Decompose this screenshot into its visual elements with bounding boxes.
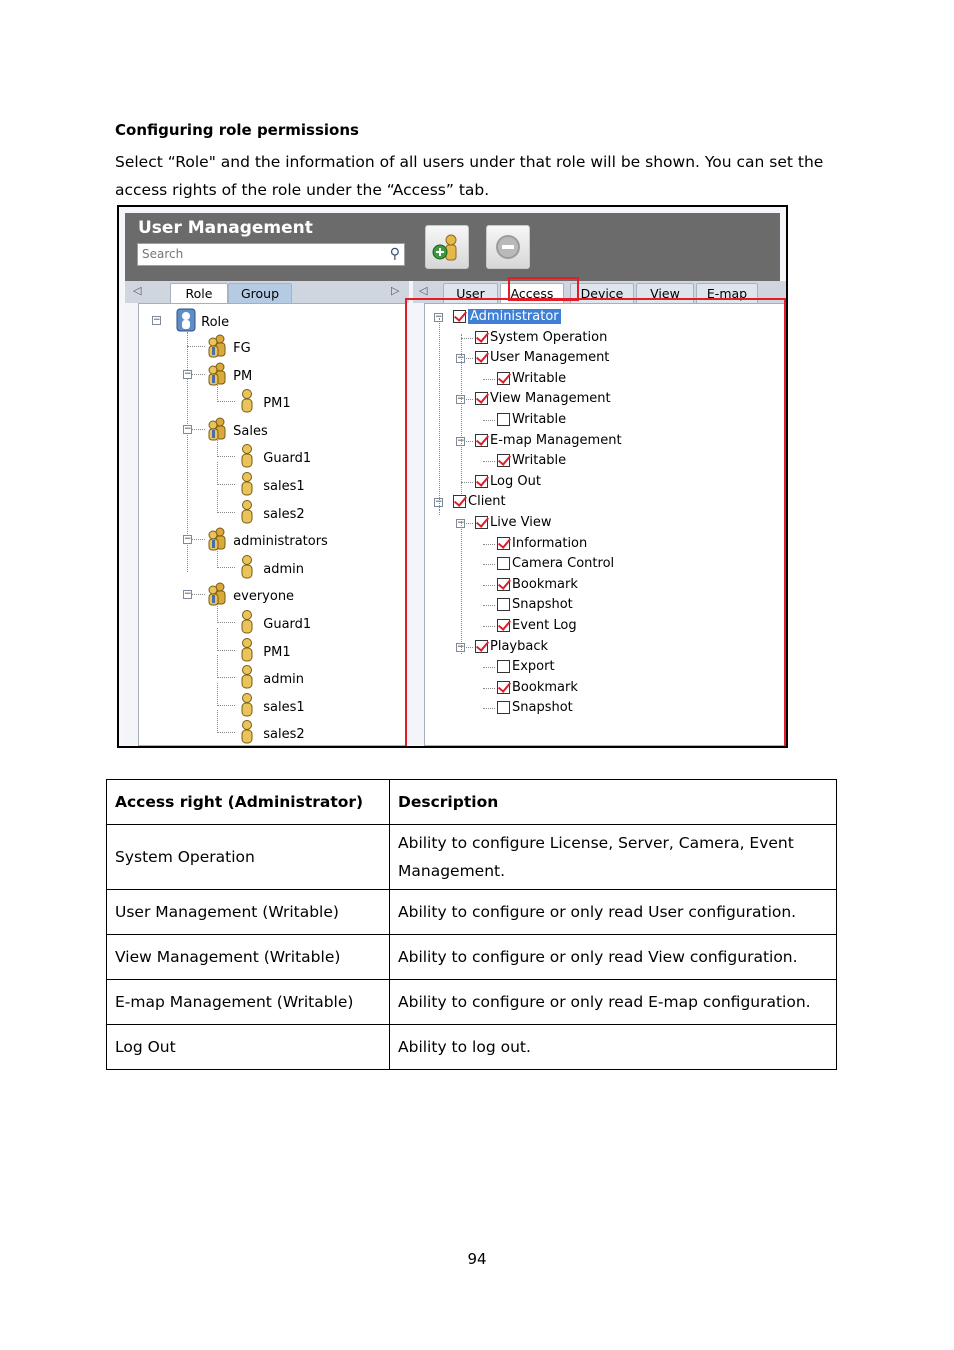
tree-node-label: Guard1	[263, 617, 312, 632]
tree-node-user[interactable]: sales1	[239, 472, 305, 501]
tab-scroll-left-icon[interactable]: ◁	[419, 284, 427, 297]
tree-node-user[interactable]: PM1	[239, 389, 291, 418]
table-row: User Management (Writable) Ability to co…	[106, 889, 837, 935]
user-icon	[239, 389, 255, 418]
tab-role[interactable]: Role	[170, 283, 228, 303]
access-tree-highlight	[405, 298, 786, 746]
tree-node-label: admin	[263, 562, 304, 577]
user-icon	[239, 500, 255, 529]
tree-node-user[interactable]: Guard1	[239, 610, 311, 639]
tree-node-group[interactable]: Sales	[205, 417, 268, 446]
tree-node-label: sales1	[263, 700, 305, 715]
tree-node-group[interactable]: everyone	[205, 582, 294, 611]
tree-node-user[interactable]: sales2	[239, 720, 305, 746]
table-row: View Management (Writable) Ability to co…	[106, 934, 837, 980]
collapse-toggle-icon[interactable]: −	[183, 590, 192, 599]
tree-node-label: FG	[233, 341, 251, 356]
tree-node-label: sales1	[263, 479, 305, 494]
role-tree-pane: − Role FG − PM PM1 − Sales Guard1 sales1 s…	[138, 303, 406, 746]
add-user-icon	[432, 234, 457, 261]
tree-node-label: PM1	[263, 645, 291, 660]
access-right-cell: User Management (Writable)	[106, 889, 390, 935]
tab-scroll-right-icon[interactable]: ▷	[391, 284, 399, 297]
collapse-toggle-icon[interactable]: −	[183, 425, 192, 434]
description-cell: Ability to configure or only read View c…	[389, 934, 837, 980]
tree-node-label: admin	[263, 672, 304, 687]
table-header-row: Access right (Administrator) Description	[106, 779, 837, 825]
tree-node-user[interactable]: sales1	[239, 693, 305, 722]
tree-node-group[interactable]: PM	[205, 362, 252, 391]
user-management-screenshot: User Management Search ⚲ ◁ Role Group ▷ …	[117, 205, 788, 748]
tree-node-label: Guard1	[263, 451, 312, 466]
section-heading: Configuring role permissions	[115, 121, 359, 139]
user-icon	[239, 555, 255, 584]
tree-node-label: Sales	[233, 424, 268, 439]
role-icon	[175, 308, 197, 337]
tree-node-label: sales2	[263, 507, 305, 522]
user-icon	[239, 472, 255, 501]
description-cell: Ability to configure or only read E-map …	[389, 979, 837, 1025]
user-icon	[239, 720, 255, 746]
tree-node-user[interactable]: Guard1	[239, 444, 311, 473]
table-row: E-map Management (Writable) Ability to c…	[106, 979, 837, 1025]
tree-node-user[interactable]: sales2	[239, 500, 305, 529]
remove-icon	[496, 235, 520, 259]
collapse-toggle-icon[interactable]: −	[183, 535, 192, 544]
table-row: System Operation Ability to configure Li…	[106, 824, 837, 890]
tree-node-group[interactable]: administrators	[205, 527, 328, 556]
tree-node-user[interactable]: admin	[239, 555, 304, 584]
tree-node-label: everyone	[233, 589, 295, 604]
collapse-toggle-icon[interactable]: −	[152, 316, 161, 325]
page-number: 94	[467, 1250, 487, 1268]
description-cell: Ability to log out.	[389, 1024, 837, 1070]
intro-paragraph: Select “Role" and the information of all…	[115, 153, 824, 199]
window-title: User Management	[138, 218, 313, 238]
access-right-cell: Log Out	[106, 1024, 390, 1070]
search-input[interactable]: Search ⚲	[137, 243, 405, 266]
add-user-button[interactable]	[425, 225, 469, 269]
collapse-toggle-icon[interactable]: −	[183, 370, 192, 379]
tree-node-label: administrators	[233, 534, 328, 549]
access-right-cell: E-map Management (Writable)	[106, 979, 390, 1025]
tree-node-role-root[interactable]: Role	[175, 308, 229, 337]
user-icon	[239, 638, 255, 667]
table-row: Log Out Ability to log out.	[106, 1024, 837, 1070]
header-description: Description	[389, 779, 837, 825]
user-icon	[239, 610, 255, 639]
access-right-cell: View Management (Writable)	[106, 934, 390, 980]
user-icon	[239, 444, 255, 473]
access-rights-table: Access right (Administrator) Description…	[106, 779, 837, 1070]
group-icon	[205, 334, 229, 363]
tab-scroll-left-icon[interactable]: ◁	[133, 284, 141, 297]
user-icon	[239, 693, 255, 722]
tree-node-label: sales2	[263, 727, 305, 742]
tab-group[interactable]: Group	[228, 283, 292, 303]
description-cell: Ability to configure License, Server, Ca…	[389, 824, 837, 890]
tree-node-label: Role	[201, 315, 230, 330]
header-access-right: Access right (Administrator)	[106, 779, 390, 825]
remove-button[interactable]	[486, 225, 530, 269]
tree-node-user[interactable]: admin	[239, 665, 304, 694]
tree-node-label: PM	[233, 369, 253, 384]
left-tab-bar: ◁ Role Group ▷	[125, 281, 409, 303]
tree-node-group[interactable]: FG	[205, 334, 251, 363]
user-icon	[239, 665, 255, 694]
tree-node-user[interactable]: PM1	[239, 638, 291, 667]
search-placeholder: Search	[142, 247, 184, 261]
tree-node-label: PM1	[263, 396, 291, 411]
access-right-cell: System Operation	[106, 824, 390, 890]
description-cell: Ability to configure or only read User c…	[389, 889, 837, 935]
search-icon[interactable]: ⚲	[390, 246, 400, 262]
window-header: User Management Search ⚲	[125, 213, 780, 281]
